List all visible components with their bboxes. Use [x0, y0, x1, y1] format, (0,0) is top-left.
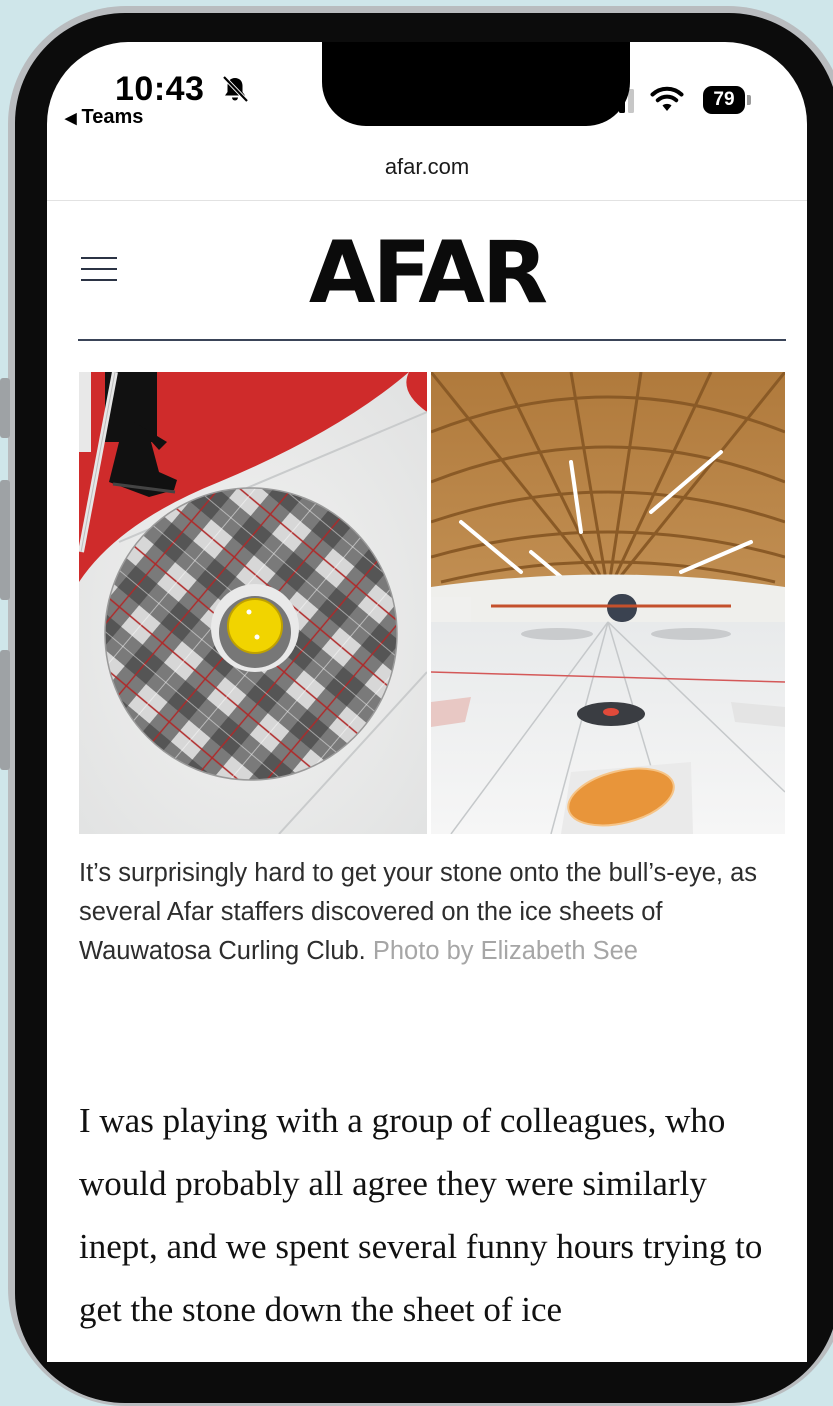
article-paragraph: I was playing with a group of colleagues…	[79, 1101, 763, 1329]
side-button	[0, 378, 10, 438]
back-to-app-link[interactable]: ◀ Teams	[65, 106, 143, 129]
battery-icon: 79	[703, 86, 745, 114]
url-bar-divider	[47, 200, 807, 201]
phone-frame: 10:43 ◀ Teams 79 afar.com AFAR It’s surp…	[0, 0, 833, 1406]
photo-credit: Photo by Elizabeth See	[372, 937, 638, 965]
curling-house-photo	[79, 372, 427, 834]
bell-slash-icon	[222, 75, 249, 103]
battery-cap	[747, 95, 751, 105]
image-caption: It’s surprisingly hard to get your stone…	[79, 854, 791, 971]
curling-rink-photo	[431, 372, 785, 834]
header-divider	[78, 339, 786, 341]
side-button	[0, 650, 10, 770]
site-logo[interactable]: AFAR	[47, 218, 807, 328]
status-time: 10:43	[115, 70, 205, 108]
url-bar[interactable]: afar.com	[47, 154, 807, 180]
phone-screen: 10:43 ◀ Teams 79 afar.com AFAR It’s surp…	[47, 42, 807, 1362]
dynamic-notch	[322, 42, 630, 126]
back-app-label: Teams	[81, 106, 144, 128]
battery-level: 79	[713, 89, 735, 110]
side-button	[0, 480, 10, 600]
wifi-icon	[650, 86, 684, 111]
back-triangle-icon: ◀	[65, 110, 77, 127]
